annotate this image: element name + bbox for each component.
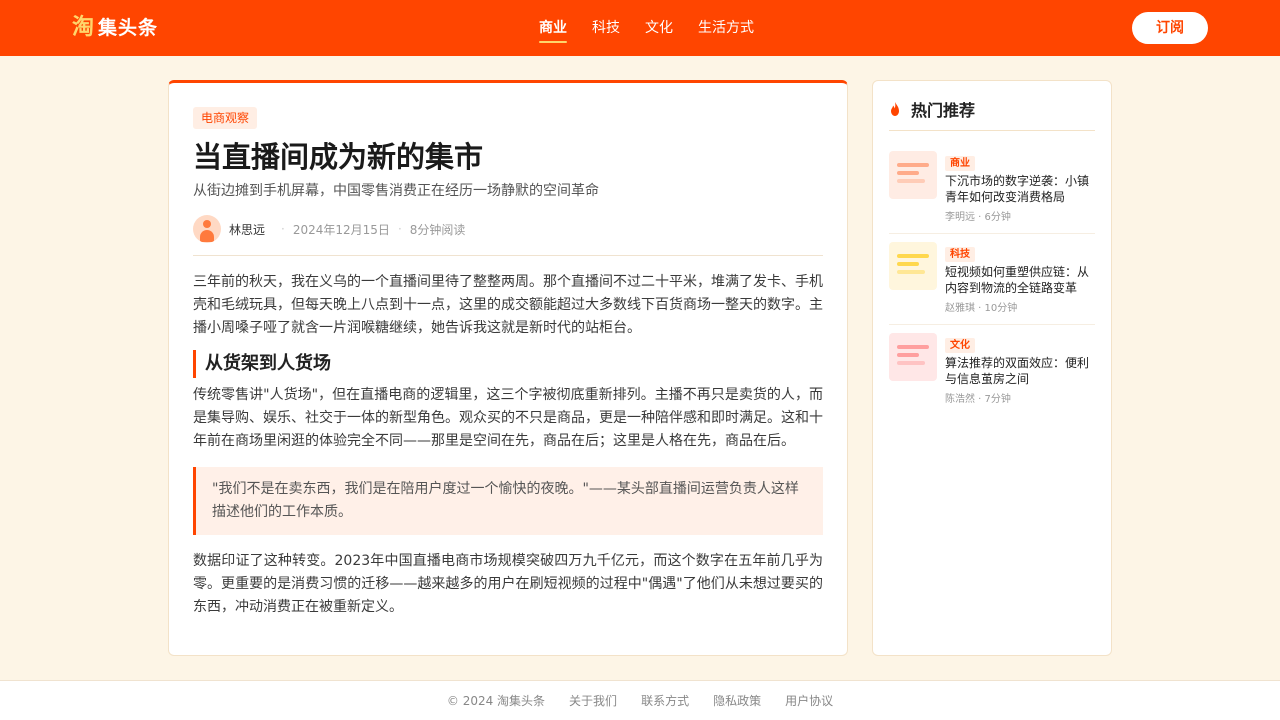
recommendation-tag[interactable]: 文化: [945, 338, 975, 353]
meta-divider: [193, 255, 823, 256]
hot-recommendations-sidebar: 热门推荐 商业下沉市场的数字逆袭：小镇青年如何改变消费格局李明远 · 6分钟科技…: [872, 80, 1112, 656]
avatar-head-shape: [203, 220, 211, 228]
footer-link-terms[interactable]: 用户协议: [785, 692, 833, 709]
article-paragraph: 三年前的秋天，我在义乌的一个直播间里待了整整两周。那个直播间不过二十平米，堆满了…: [193, 274, 823, 336]
thumbnail-line: [897, 270, 925, 274]
article-category-tag[interactable]: 电商观察: [193, 107, 258, 129]
thumbnail-line: [897, 171, 919, 175]
avatar-body-shape: [200, 230, 214, 242]
author-avatar[interactable]: [193, 215, 221, 243]
article-title: 当直播间成为新的集市: [193, 140, 484, 174]
thumbnail-line: [897, 179, 925, 183]
logo-mark: 淘: [72, 15, 95, 40]
recommendation-meta: 赵雅琪 · 10分钟: [945, 303, 1018, 314]
recommendation-body: 科技短视频如何重塑供应链：从内容到物流的全链路变革赵雅琪 · 10分钟: [945, 242, 1095, 316]
meta-separator: ·: [281, 222, 285, 236]
sidebar-header: 热门推荐: [889, 97, 1095, 121]
nav-item-lifestyle[interactable]: 生活方式: [698, 18, 754, 38]
site-logo[interactable]: 淘 集头条: [72, 13, 158, 43]
article-paragraph: 数据印证了这种转变。2023年中国直播电商市场规模突破四万九千亿元，而这个数字在…: [193, 553, 823, 615]
recommendation-tag[interactable]: 科技: [945, 247, 975, 262]
footer-link-about[interactable]: 关于我们: [569, 692, 617, 709]
article-thumbnail[interactable]: [889, 242, 937, 290]
article-meta: 林思远 · 2024年12月15日 · 8分钟阅读: [193, 215, 823, 243]
thumbnail-line: [897, 163, 929, 167]
pull-quote: "我们不是在卖东西，我们是在陪用户度过一个愉快的夜晚。"——某头部直播间运营负责…: [193, 467, 823, 535]
page-footer: © 2024 淘集头条 关于我们 联系方式 隐私政策 用户协议: [0, 680, 1280, 720]
thumbnail-line: [897, 262, 919, 266]
recommendation-title[interactable]: 算法推荐的双面效应：便利与信息茧房之间: [945, 355, 1095, 387]
article-thumbnail[interactable]: [889, 333, 937, 381]
fire-icon: [891, 102, 899, 116]
nav-item-tech[interactable]: 科技: [592, 18, 620, 38]
logo-text: 集头条: [98, 17, 159, 39]
subscribe-button[interactable]: 订阅: [1132, 12, 1208, 44]
main-nav: 商业 科技 文化 生活方式: [539, 0, 754, 56]
recommendation-body: 商业下沉市场的数字逆袭：小镇青年如何改变消费格局李明远 · 6分钟: [945, 151, 1095, 225]
copyright-text: © 2024 淘集头条: [446, 694, 546, 708]
thumbnail-line: [897, 254, 929, 258]
thumbnail-line: [897, 353, 919, 357]
sidebar-title: 热门推荐: [911, 101, 976, 120]
thumbnail-line: [897, 345, 929, 349]
article-thumbnail[interactable]: [889, 151, 937, 199]
article-card: 电商观察 当直播间成为新的集市 从街边摊到手机屏幕，中国零售消费正在经历一场静默…: [168, 80, 848, 656]
section-heading: 从货架到人货场: [193, 350, 823, 378]
recommendation-item[interactable]: 商业下沉市场的数字逆袭：小镇青年如何改变消费格局李明远 · 6分钟: [889, 131, 1095, 234]
recommendation-title[interactable]: 短视频如何重塑供应链：从内容到物流的全链路变革: [945, 264, 1095, 296]
recommendation-item[interactable]: 科技短视频如何重塑供应链：从内容到物流的全链路变革赵雅琪 · 10分钟: [889, 234, 1095, 325]
footer-link-privacy[interactable]: 隐私政策: [713, 692, 761, 709]
publish-date: 2024年12月15日: [292, 222, 390, 237]
recommendation-item[interactable]: 文化算法推荐的双面效应：便利与信息茧房之间陈浩然 · 7分钟: [889, 325, 1095, 415]
nav-item-business[interactable]: 商业: [539, 18, 567, 43]
recommendation-meta: 陈浩然 · 7分钟: [945, 394, 1011, 405]
article-subtitle: 从街边摊到手机屏幕，中国零售消费正在经历一场静默的空间革命: [193, 183, 599, 199]
top-navigation-bar: 淘 集头条 商业 科技 文化 生活方式 订阅: [0, 0, 1280, 56]
footer-link-contact[interactable]: 联系方式: [641, 692, 689, 709]
recommendation-body: 文化算法推荐的双面效应：便利与信息茧房之间陈浩然 · 7分钟: [945, 333, 1095, 407]
article-paragraph: 传统零售讲"人货场"，但在直播电商的逻辑里，这三个字被彻底重新排列。主播不再只是…: [193, 387, 823, 449]
recommendation-title[interactable]: 下沉市场的数字逆袭：小镇青年如何改变消费格局: [945, 173, 1095, 205]
thumbnail-line: [897, 361, 925, 365]
nav-item-culture[interactable]: 文化: [645, 18, 673, 38]
meta-separator: ·: [397, 222, 402, 236]
recommendation-meta: 李明远 · 6分钟: [945, 212, 1011, 223]
author-name[interactable]: 林思远: [229, 221, 265, 238]
recommendation-tag[interactable]: 商业: [945, 156, 975, 171]
read-time: 8分钟阅读: [409, 222, 466, 237]
recommendation-list: 商业下沉市场的数字逆袭：小镇青年如何改变消费格局李明远 · 6分钟科技短视频如何…: [889, 131, 1095, 415]
